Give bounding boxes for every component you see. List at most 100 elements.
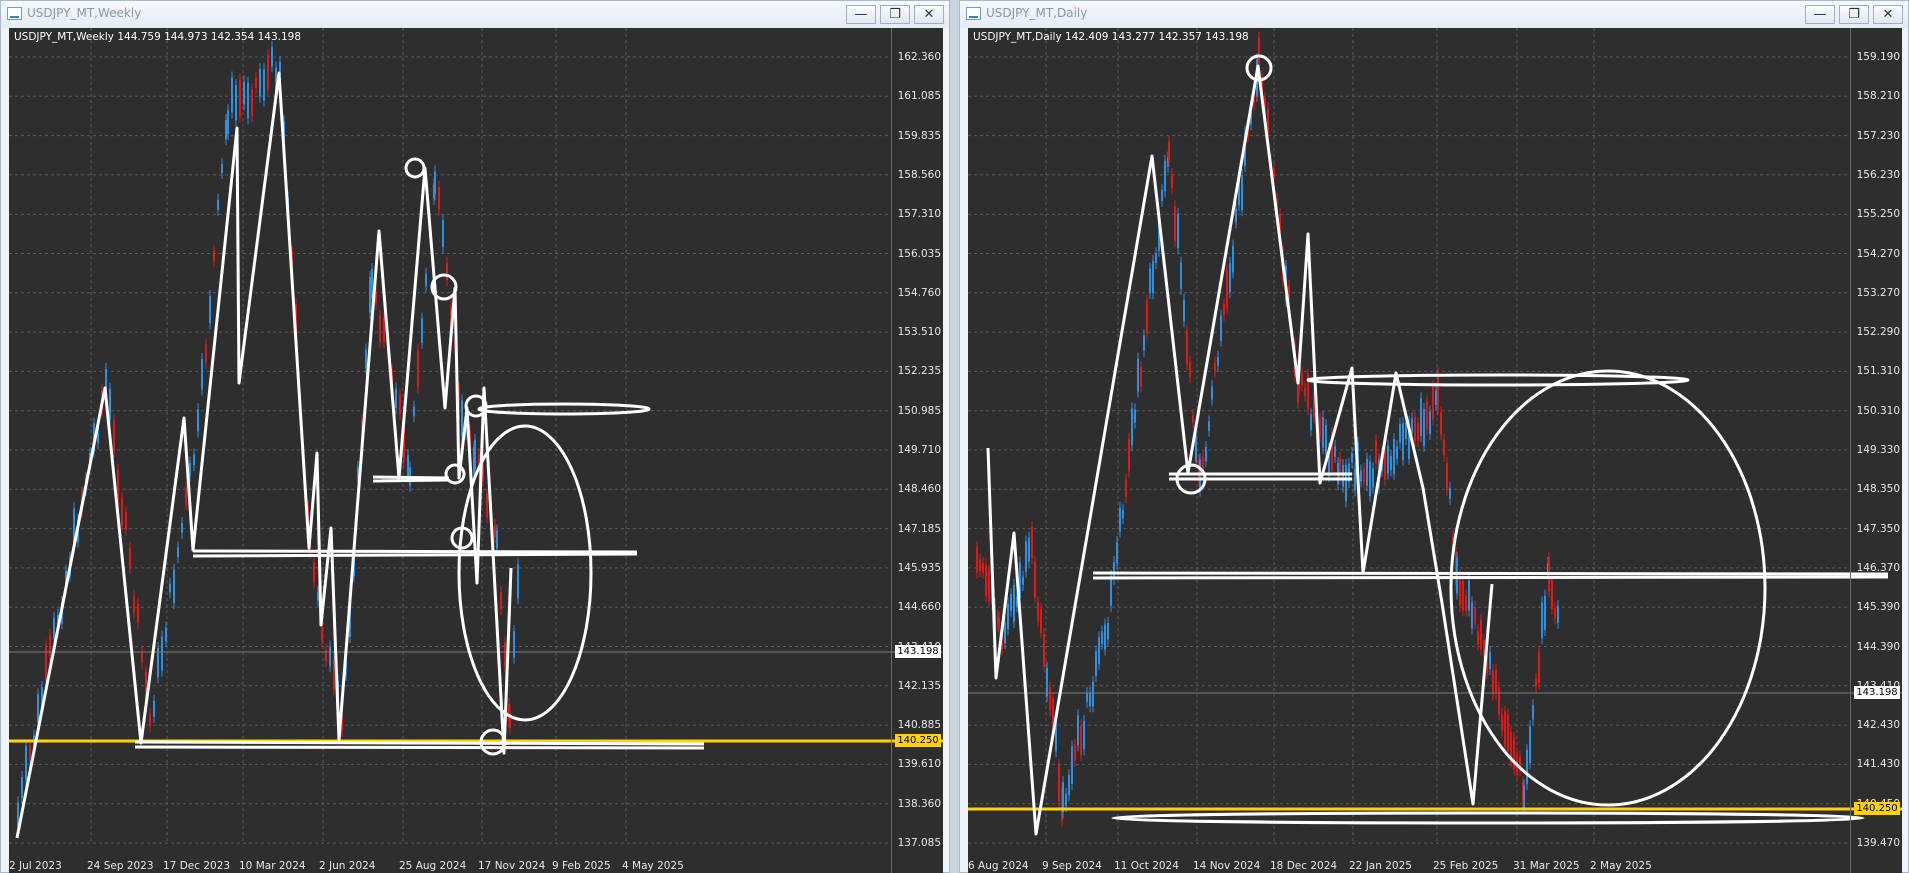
candle-body	[169, 583, 171, 593]
resistance-ellipse	[1306, 373, 1690, 387]
candle-body	[1068, 775, 1070, 796]
candle-body	[1417, 422, 1419, 441]
candle-body	[1477, 630, 1479, 645]
chart-canvas[interactable]	[968, 28, 1902, 873]
candle-body	[1501, 714, 1503, 731]
price-chart[interactable]: USDJPY_MT,Daily 142.409 143.277 142.357 …	[968, 28, 1902, 873]
candle-body	[1192, 414, 1194, 424]
weekly-chart-window[interactable]: USDJPY_MT,Weekly — ❐ ✕ USDJPY_MT,Weekly …	[0, 0, 950, 873]
candle-body	[137, 604, 139, 623]
candle-body	[1155, 253, 1157, 263]
price-tick-label: 154.270	[1856, 247, 1900, 260]
candle-body	[1393, 438, 1395, 475]
candle-body	[1437, 373, 1439, 410]
price-tick-label: 150.310	[1856, 404, 1900, 417]
candle-body	[1004, 622, 1006, 644]
current-price-tag: 143.198	[895, 645, 941, 658]
candle-body	[1523, 785, 1525, 808]
candle-body	[1387, 445, 1389, 474]
date-tick-label: 9 Feb 2025	[552, 860, 611, 872]
candle-body	[1489, 651, 1491, 670]
candle-body	[1208, 421, 1210, 431]
candle-body	[1554, 607, 1556, 618]
price-tick-label: 151.310	[1856, 365, 1900, 378]
candle-body	[1235, 208, 1237, 223]
date-tick-label: 17 Dec 2023	[163, 860, 231, 872]
maximize-button[interactable]: ❐	[880, 5, 910, 24]
candle-body	[1325, 425, 1327, 455]
date-tick-label: 17 Nov 2024	[478, 860, 546, 872]
candle-body	[1529, 726, 1531, 764]
candle-body	[1342, 465, 1344, 487]
candle-body	[1095, 651, 1097, 677]
candle-body	[243, 81, 245, 105]
maximize-icon: ❐	[1848, 7, 1860, 22]
date-tick-label: 2 May 2025	[1590, 860, 1652, 872]
candle-body	[1007, 603, 1009, 630]
candle-body	[1058, 764, 1060, 802]
candle-body	[259, 68, 261, 97]
price-tick-label: 159.190	[1856, 51, 1900, 63]
price-tick-label: 156.035	[897, 247, 941, 260]
candle-body	[1161, 189, 1163, 201]
candle-body	[1083, 720, 1085, 750]
price-tick-label: 149.330	[1856, 444, 1900, 456]
price-tick-label: 155.250	[1856, 208, 1900, 221]
resistance-ellipse	[477, 402, 651, 416]
candle-body	[1152, 260, 1154, 294]
candle-body	[1474, 606, 1476, 624]
chart-canvas[interactable]	[9, 28, 943, 873]
maximize-button[interactable]: ❐	[1839, 5, 1869, 24]
minimize-button[interactable]: —	[846, 5, 876, 24]
candle-body	[1443, 439, 1445, 456]
support-horizontal-line	[134, 740, 705, 750]
candle-body	[1214, 362, 1216, 372]
candle-body	[29, 744, 31, 762]
price-tick-label: 140.885	[897, 719, 941, 732]
price-tick-label: 145.935	[897, 561, 941, 574]
price-tick-label: 144.390	[1856, 640, 1900, 653]
candle-body	[235, 85, 237, 121]
candle-body	[1164, 160, 1166, 192]
window-titlebar[interactable]: USDJPY_MT,Daily — ❐ ✕	[960, 1, 1908, 28]
price-chart[interactable]: USDJPY_MT,Weekly 144.759 144.973 142.354…	[9, 28, 943, 873]
candle-body	[1420, 398, 1422, 437]
candle-body	[1031, 526, 1033, 559]
window-titlebar[interactable]: USDJPY_MT,Weekly — ❐ ✕	[1, 1, 949, 28]
candle-body	[1390, 455, 1392, 471]
candle-body	[1435, 390, 1437, 405]
candle-body	[37, 694, 39, 723]
candle-body	[395, 388, 397, 409]
candle-body	[1183, 299, 1185, 322]
candle-body	[1471, 602, 1473, 629]
candle-body	[1229, 263, 1231, 293]
candle-body	[1071, 746, 1073, 785]
candle-body	[496, 530, 498, 549]
candle-body	[1241, 175, 1243, 211]
price-tick-label: 137.085	[897, 837, 941, 849]
price-tick-label: 153.510	[897, 326, 941, 339]
candle-body	[1462, 580, 1464, 611]
candle-body	[1372, 468, 1374, 488]
daily-chart-window[interactable]: USDJPY_MT,Daily — ❐ ✕ USDJPY_MT,Daily 14…	[959, 0, 1909, 873]
price-tick-label: 139.470	[1856, 837, 1900, 849]
candle-body	[982, 563, 984, 573]
close-button[interactable]: ✕	[914, 5, 944, 24]
candle-body	[1360, 470, 1362, 482]
price-tick-label: 147.350	[1856, 522, 1900, 535]
candle-body	[21, 776, 23, 799]
candle-body	[1322, 417, 1324, 448]
candle-body	[1146, 300, 1148, 334]
candle-body	[317, 591, 319, 601]
candle-body	[1414, 416, 1416, 442]
candle-body	[49, 635, 51, 657]
candle-body	[1034, 561, 1036, 598]
candle-body	[129, 548, 131, 568]
minimize-button[interactable]: —	[1805, 5, 1835, 24]
close-button[interactable]: ✕	[1873, 5, 1903, 24]
candle-body	[1426, 401, 1428, 429]
candle-body	[1128, 438, 1130, 472]
date-tick-label: 4 May 2025	[622, 860, 684, 872]
current-price-tag: 143.198	[1854, 686, 1900, 699]
candle-body	[500, 591, 502, 610]
